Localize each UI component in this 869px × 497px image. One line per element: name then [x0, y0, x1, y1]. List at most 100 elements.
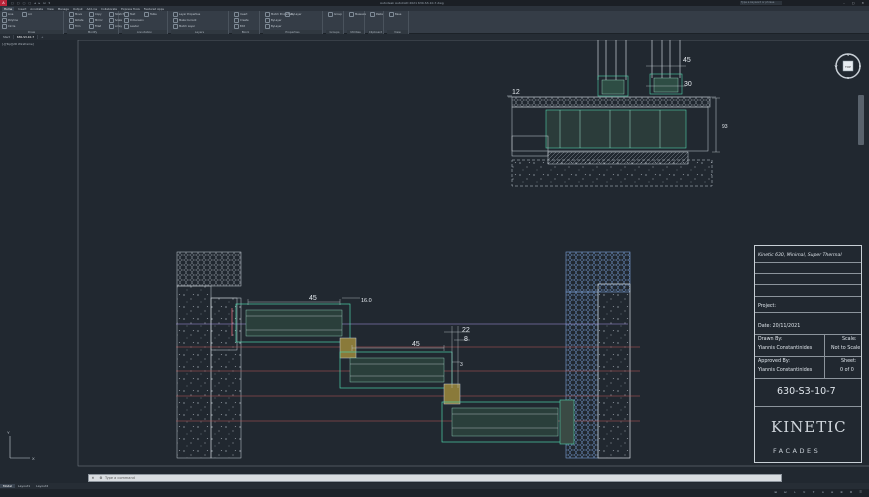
ribbon-tab[interactable]: Add-ins: [87, 7, 97, 11]
ribbon-tool-label[interactable]: Arc: [28, 13, 32, 16]
layout-tab[interactable]: Model: [0, 484, 16, 488]
ribbon-tool-label[interactable]: Table: [150, 13, 157, 16]
ribbon-tool-label[interactable]: ByLayer: [291, 13, 302, 16]
ribbon-tool-label[interactable]: Insert: [240, 13, 247, 16]
ribbon-tool-icon[interactable]: [349, 12, 354, 17]
dimension-text[interactable]: 30: [684, 81, 692, 88]
dimension-text[interactable]: 93: [722, 124, 728, 130]
ribbon-tool-label[interactable]: Make Current: [179, 19, 196, 22]
ribbon-tab[interactable]: Insert: [18, 7, 26, 11]
ribbon-tool-label[interactable]: Copy: [95, 13, 102, 16]
layout-tab[interactable]: Layout2: [33, 484, 51, 488]
viewcube[interactable]: TOP N S E W: [834, 52, 862, 80]
ribbon-tool-label[interactable]: Move: [75, 13, 82, 16]
ribbon-tool-icon[interactable]: [124, 12, 129, 17]
ribbon-tool-label[interactable]: Array: [115, 25, 122, 28]
ribbon-tool-label[interactable]: Create: [240, 19, 249, 22]
dimension-text[interactable]: 45: [309, 295, 317, 302]
navigation-bar[interactable]: [858, 95, 864, 145]
ribbon-tab[interactable]: View: [47, 7, 54, 11]
ribbon-tool-label[interactable]: Polyline: [8, 19, 18, 22]
ribbon-tool-label[interactable]: ByLayer: [271, 19, 282, 22]
document-tab[interactable]: 630-S3-10-7: [13, 35, 39, 39]
ribbon-tool-icon[interactable]: [173, 18, 178, 23]
ribbon-tool-icon[interactable]: [89, 24, 94, 29]
ribbon-tool-label[interactable]: Edit: [240, 25, 245, 28]
ribbon-tool-label[interactable]: Layer Properties: [179, 13, 200, 16]
viewcube-label[interactable]: TOP: [845, 65, 851, 69]
ribbon-tool-icon[interactable]: [89, 18, 94, 23]
ribbon-tool-icon[interactable]: [124, 18, 129, 23]
close-icon[interactable]: ✕: [89, 476, 97, 480]
ribbon-tool-icon[interactable]: [109, 18, 114, 23]
ribbon-tool-label[interactable]: Trim: [75, 25, 81, 28]
ribbon-tool-icon[interactable]: [2, 18, 7, 23]
drawing-canvas[interactable]: 45 30 12 93 45 16.0 45 22 8 3 Y X: [0, 40, 869, 478]
viewcube-label[interactable]: W: [835, 64, 838, 68]
ribbon-tool-icon[interactable]: [22, 12, 27, 17]
dimension-text[interactable]: 16.0: [361, 298, 372, 304]
ribbon-tool-icon[interactable]: [2, 12, 7, 17]
command-input[interactable]: Type a command: [105, 476, 135, 480]
ribbon-tool-icon[interactable]: [109, 24, 114, 29]
ribbon-tab[interactable]: Express Tools: [121, 7, 140, 11]
ribbon-tool-label[interactable]: Mirror: [95, 19, 103, 22]
ribbon-tool-icon[interactable]: [109, 12, 114, 17]
ribbon-tool-label[interactable]: Match Layer: [179, 25, 195, 28]
quick-access-toolbar[interactable]: ▢ ▢ ▢ ▢ ◂ ▸ ⊡ ▾: [11, 1, 51, 5]
ribbon-tool-icon[interactable]: [389, 12, 394, 17]
search-input[interactable]: Type a keyword or phrase: [740, 1, 782, 5]
ribbon-tool-icon[interactable]: [265, 12, 270, 17]
wrench-icon[interactable]: ⚙: [97, 476, 105, 480]
ribbon-tool-icon[interactable]: [89, 12, 94, 17]
ribbon-tool-icon[interactable]: [2, 24, 7, 29]
ribbon-tool-label[interactable]: Scale: [115, 19, 122, 22]
ribbon-tool-label[interactable]: Paste: [376, 13, 383, 16]
ribbon-tab[interactable]: Output: [73, 7, 83, 11]
ribbon-tool-label[interactable]: Circle: [8, 25, 15, 28]
ribbon-tool-icon[interactable]: [370, 12, 375, 17]
status-toggles[interactable]: ⊞ ⊟ ∟ ⊙ ✦ ⌂ ≡ ⊕ ⚙ ☰: [775, 490, 865, 494]
document-tab[interactable]: Start: [0, 35, 14, 39]
ribbon-tool-icon[interactable]: [234, 24, 239, 29]
dimension-text[interactable]: 8: [464, 336, 468, 343]
ribbon-tool-label[interactable]: Leader: [130, 25, 139, 28]
ribbon-tool-icon[interactable]: [173, 12, 178, 17]
ribbon-tool-icon[interactable]: [265, 18, 270, 23]
viewcube-label[interactable]: S: [847, 76, 849, 80]
ribbon-tab[interactable]: Featured Apps: [144, 7, 164, 11]
ribbon-tool-icon[interactable]: [144, 12, 149, 17]
dimension-text[interactable]: 45: [683, 57, 691, 64]
viewport-label[interactable]: [-][Top][2D Wireframe]: [2, 42, 34, 46]
ribbon-tool-icon[interactable]: [234, 12, 239, 17]
dimension-text[interactable]: 3: [460, 362, 463, 368]
ribbon-tool-icon[interactable]: [234, 18, 239, 23]
ribbon-tab[interactable]: Annotate: [30, 7, 43, 11]
ribbon-tool-label[interactable]: Group: [334, 13, 342, 16]
ribbon-tab[interactable]: Home: [2, 6, 15, 11]
layout-tab[interactable]: Layout1: [15, 484, 33, 488]
ribbon-tool-label[interactable]: ByLayer: [271, 25, 282, 28]
ribbon-tool-icon[interactable]: [285, 12, 290, 17]
ribbon-tool-label[interactable]: Fillet: [95, 25, 101, 28]
ribbon-tab[interactable]: Collaborate: [101, 7, 117, 11]
command-line[interactable]: ✕ ⚙ Type a command: [88, 474, 782, 482]
viewcube-label[interactable]: E: [859, 64, 861, 68]
dimension-text[interactable]: 12: [512, 89, 520, 96]
ribbon-tool-icon[interactable]: [173, 24, 178, 29]
dimension-text[interactable]: 45: [412, 341, 420, 348]
ribbon-tool-icon[interactable]: [124, 24, 129, 29]
new-tab-plus-icon[interactable]: +: [38, 35, 46, 39]
ribbon-tool-label[interactable]: Dimension: [130, 19, 144, 22]
ribbon-tool-label[interactable]: Base: [395, 13, 401, 16]
dimension-text[interactable]: 22: [462, 327, 470, 334]
ribbon-tool-icon[interactable]: [328, 12, 333, 17]
ribbon-tool-icon[interactable]: [69, 12, 74, 17]
ribbon-tool-label[interactable]: Measure: [355, 13, 366, 16]
ribbon-tool-icon[interactable]: [69, 18, 74, 23]
ribbon-tool-label[interactable]: Text: [130, 13, 135, 16]
window-controls[interactable]: – ▢ ✕: [843, 1, 867, 5]
ribbon-tool-icon[interactable]: [265, 24, 270, 29]
ribbon-tool-icon[interactable]: [69, 24, 74, 29]
ribbon-tool-label[interactable]: Rotate: [75, 19, 84, 22]
